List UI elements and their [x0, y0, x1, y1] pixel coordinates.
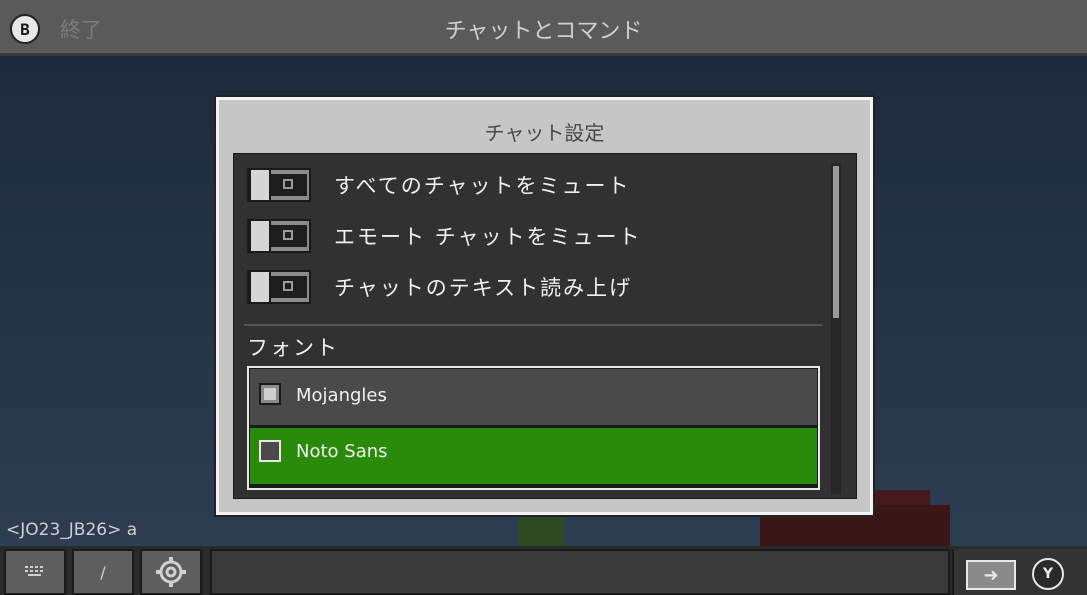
dialog-title: チャット設定 — [484, 121, 605, 145]
bottom-bar: / ➜ Y — [0, 546, 1087, 595]
top-bar: B 終了 チャットとコマンド — [0, 0, 1087, 56]
toggle-row-mute-emote[interactable]: エモート チャットをミュート — [247, 216, 817, 256]
toggle-switch[interactable] — [247, 270, 311, 304]
radio-icon — [259, 440, 281, 462]
settings-panel: すべてのチャットをミュート エモート チャットをミュート チャットのテキスト読み… — [233, 153, 857, 499]
toggle-switch[interactable] — [247, 168, 311, 202]
toggle-off-icon — [283, 179, 293, 189]
toggle-knob — [249, 219, 271, 253]
y-key-icon[interactable]: Y — [1032, 558, 1064, 590]
toggle-off-icon — [283, 230, 293, 240]
font-option-noto-sans[interactable]: Noto Sans — [250, 428, 817, 484]
gear-icon — [156, 557, 186, 587]
arrow-right-icon: ➜ — [983, 564, 999, 586]
slash-command-button[interactable]: / — [72, 549, 134, 595]
world-block — [518, 516, 564, 546]
settings-button[interactable] — [140, 549, 202, 595]
toggle-row-mute-all[interactable]: すべてのチャットをミュート — [247, 165, 817, 205]
scrollbar-thumb[interactable] — [833, 166, 839, 318]
chat-message: <JO23_JB26> a — [6, 520, 138, 540]
font-section-label: フォント — [247, 336, 339, 360]
toggle-switch[interactable] — [247, 219, 311, 253]
chat-input[interactable] — [210, 549, 950, 595]
divider — [244, 324, 822, 326]
page-title: チャットとコマンド — [444, 19, 643, 44]
send-button[interactable]: ➜ — [966, 560, 1016, 590]
slash-label: / — [100, 562, 106, 582]
toggle-row-text-to-speech[interactable]: チャットのテキスト読み上げ — [247, 267, 817, 307]
font-list: Mojangles Noto Sans — [247, 366, 820, 490]
keyboard-icon — [25, 566, 43, 576]
font-name: Noto Sans — [296, 441, 388, 462]
toggle-knob — [249, 270, 271, 304]
toggle-off-icon — [283, 281, 293, 291]
toggle-label: すべてのチャットをミュート — [334, 174, 631, 198]
keyboard-button[interactable] — [4, 549, 66, 595]
font-option-mojangles[interactable]: Mojangles — [250, 369, 817, 425]
font-name: Mojangles — [296, 385, 387, 406]
toggle-label: エモート チャットをミュート — [334, 225, 642, 249]
toggle-label: チャットのテキスト読み上げ — [334, 276, 633, 300]
radio-icon — [259, 383, 281, 405]
toggle-knob — [249, 168, 271, 202]
chat-settings-dialog: チャット設定 すべてのチャットをミュート エモート チャットをミュート チャット… — [214, 95, 875, 517]
